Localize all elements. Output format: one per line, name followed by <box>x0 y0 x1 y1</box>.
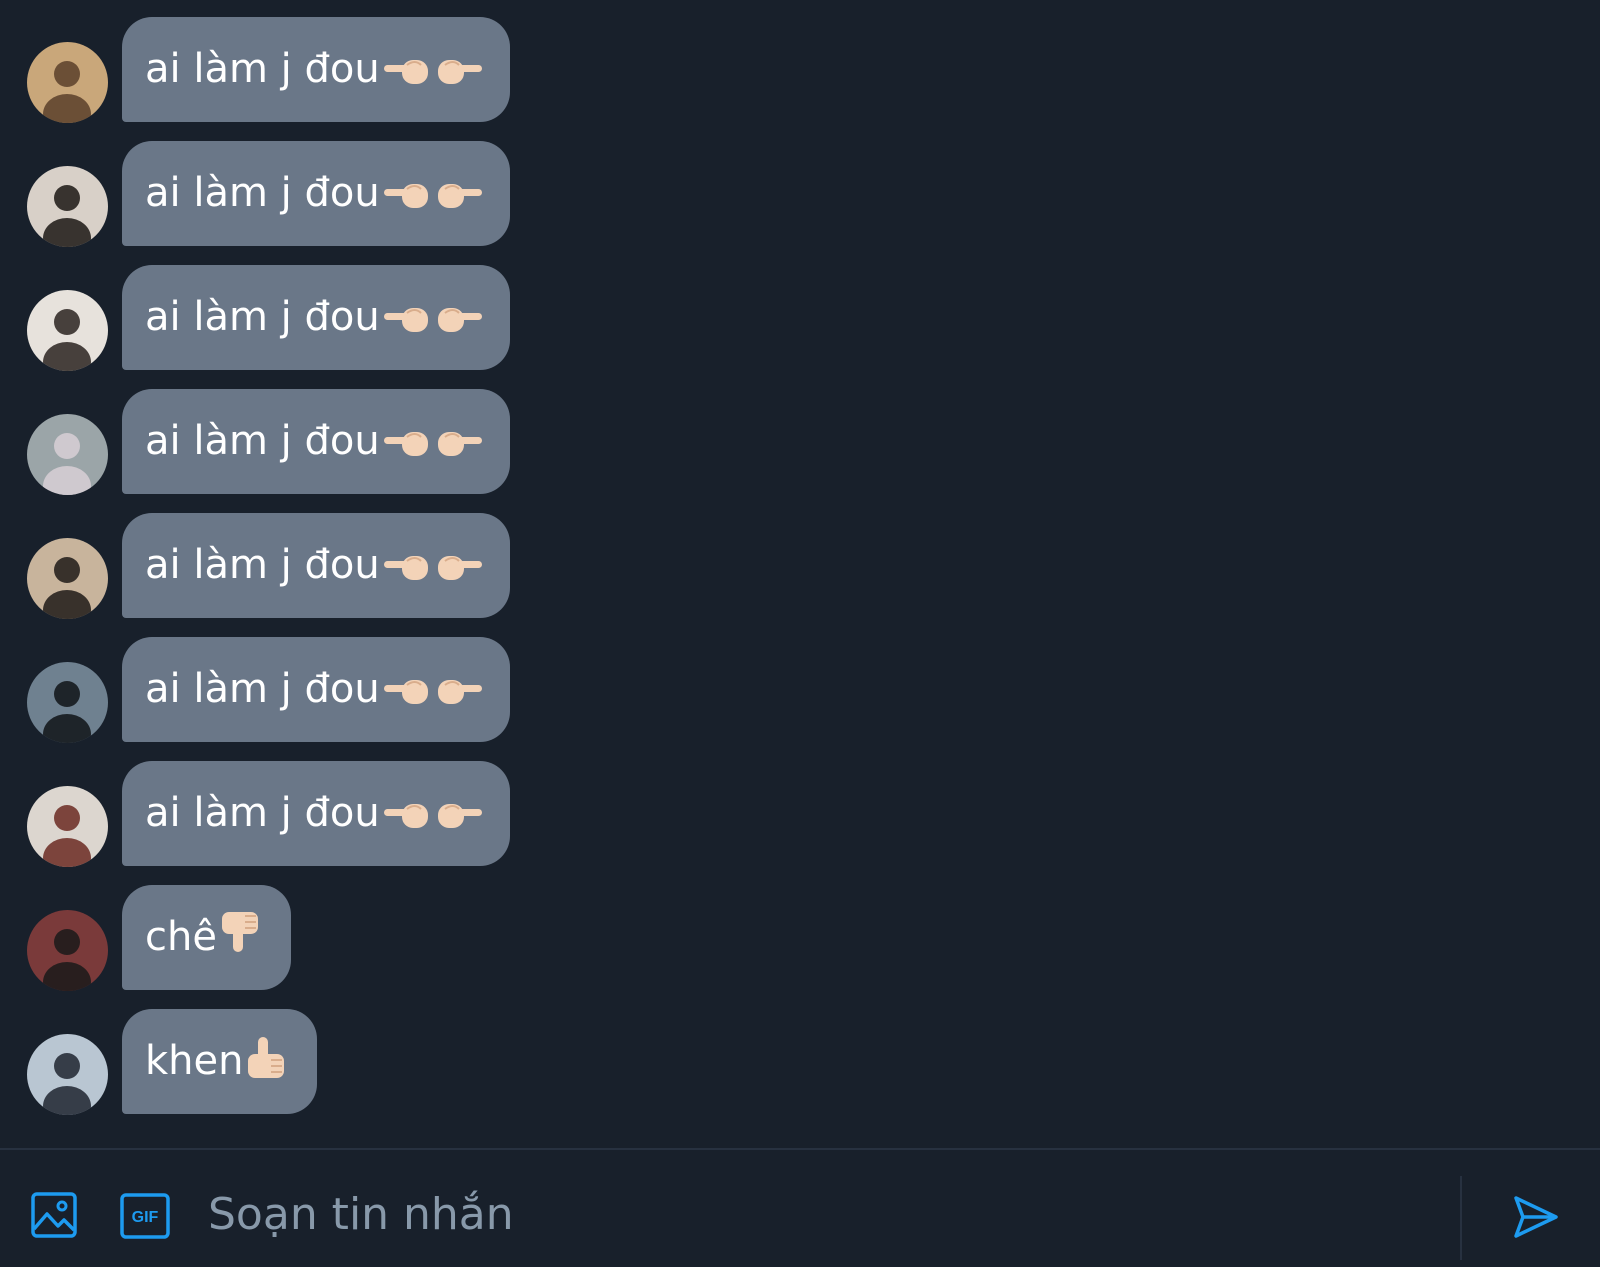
message-row: ai làm j đou <box>0 389 1600 495</box>
point-right-emoji-icon <box>434 521 484 626</box>
message-bubble[interactable]: ai làm j đou <box>122 141 510 246</box>
add-gif-button[interactable]: GIF <box>120 1193 170 1239</box>
thumbs-down-emoji-icon <box>219 893 265 998</box>
message-row: ai làm j đou <box>0 141 1600 247</box>
message-text: ai làm j đou <box>145 790 380 836</box>
message-row: ai làm j đou <box>0 17 1600 123</box>
message-row: khen <box>0 1009 1600 1115</box>
image-icon <box>31 1192 77 1238</box>
message-bubble[interactable]: ai làm j đou <box>122 513 510 618</box>
thumbs-up-emoji-icon <box>245 1017 291 1122</box>
message-text: ai làm j đou <box>145 666 380 712</box>
chat-window: ai làm j đou ai làm j đou ai làm j đou ai l… <box>0 0 1600 1267</box>
message-composer: GIF <box>0 1148 1600 1267</box>
avatar[interactable] <box>27 786 108 867</box>
message-row: chê <box>0 885 1600 991</box>
point-left-emoji-icon <box>382 645 432 750</box>
point-left-emoji-icon <box>382 521 432 626</box>
point-left-emoji-icon <box>382 769 432 874</box>
avatar[interactable] <box>27 42 108 123</box>
point-right-emoji-icon <box>434 273 484 378</box>
message-text: chê <box>145 914 217 960</box>
message-row: ai làm j đou <box>0 637 1600 743</box>
message-row: ai làm j đou <box>0 513 1600 619</box>
message-list: ai làm j đou ai làm j đou ai làm j đou ai l… <box>0 17 1600 1133</box>
avatar[interactable] <box>27 166 108 247</box>
point-right-emoji-icon <box>434 769 484 874</box>
message-bubble[interactable]: ai làm j đou <box>122 761 510 866</box>
message-text: ai làm j đou <box>145 418 380 464</box>
point-left-emoji-icon <box>382 273 432 378</box>
message-bubble[interactable]: ai làm j đou <box>122 17 510 122</box>
point-left-emoji-icon <box>382 397 432 502</box>
avatar[interactable] <box>27 538 108 619</box>
message-bubble[interactable]: ai làm j đou <box>122 389 510 494</box>
point-right-emoji-icon <box>434 645 484 750</box>
message-text: khen <box>145 1038 244 1084</box>
gif-label: GIF <box>132 1209 159 1226</box>
message-text: ai làm j đou <box>145 294 380 340</box>
send-icon <box>1514 1196 1558 1238</box>
avatar[interactable] <box>27 662 108 743</box>
point-left-emoji-icon <box>382 25 432 130</box>
point-right-emoji-icon <box>434 149 484 254</box>
gif-icon: GIF <box>120 1193 170 1239</box>
message-text: ai làm j đou <box>145 46 380 92</box>
send-button[interactable] <box>1512 1193 1560 1241</box>
avatar[interactable] <box>27 414 108 495</box>
message-bubble[interactable]: khen <box>122 1009 318 1114</box>
add-image-button[interactable] <box>30 1191 78 1239</box>
point-right-emoji-icon <box>434 397 484 502</box>
message-text: ai làm j đou <box>145 542 380 588</box>
message-row: ai làm j đou <box>0 265 1600 371</box>
message-text: ai làm j đou <box>145 170 380 216</box>
point-left-emoji-icon <box>382 149 432 254</box>
avatar[interactable] <box>27 910 108 991</box>
message-bubble[interactable]: ai làm j đou <box>122 637 510 742</box>
message-bubble[interactable]: chê <box>122 885 291 990</box>
point-right-emoji-icon <box>434 25 484 130</box>
avatar[interactable] <box>27 290 108 371</box>
message-row: ai làm j đou <box>0 761 1600 867</box>
message-bubble[interactable]: ai làm j đou <box>122 265 510 370</box>
message-input[interactable] <box>206 1178 1410 1250</box>
composer-divider <box>1460 1176 1462 1260</box>
avatar[interactable] <box>27 1034 108 1115</box>
